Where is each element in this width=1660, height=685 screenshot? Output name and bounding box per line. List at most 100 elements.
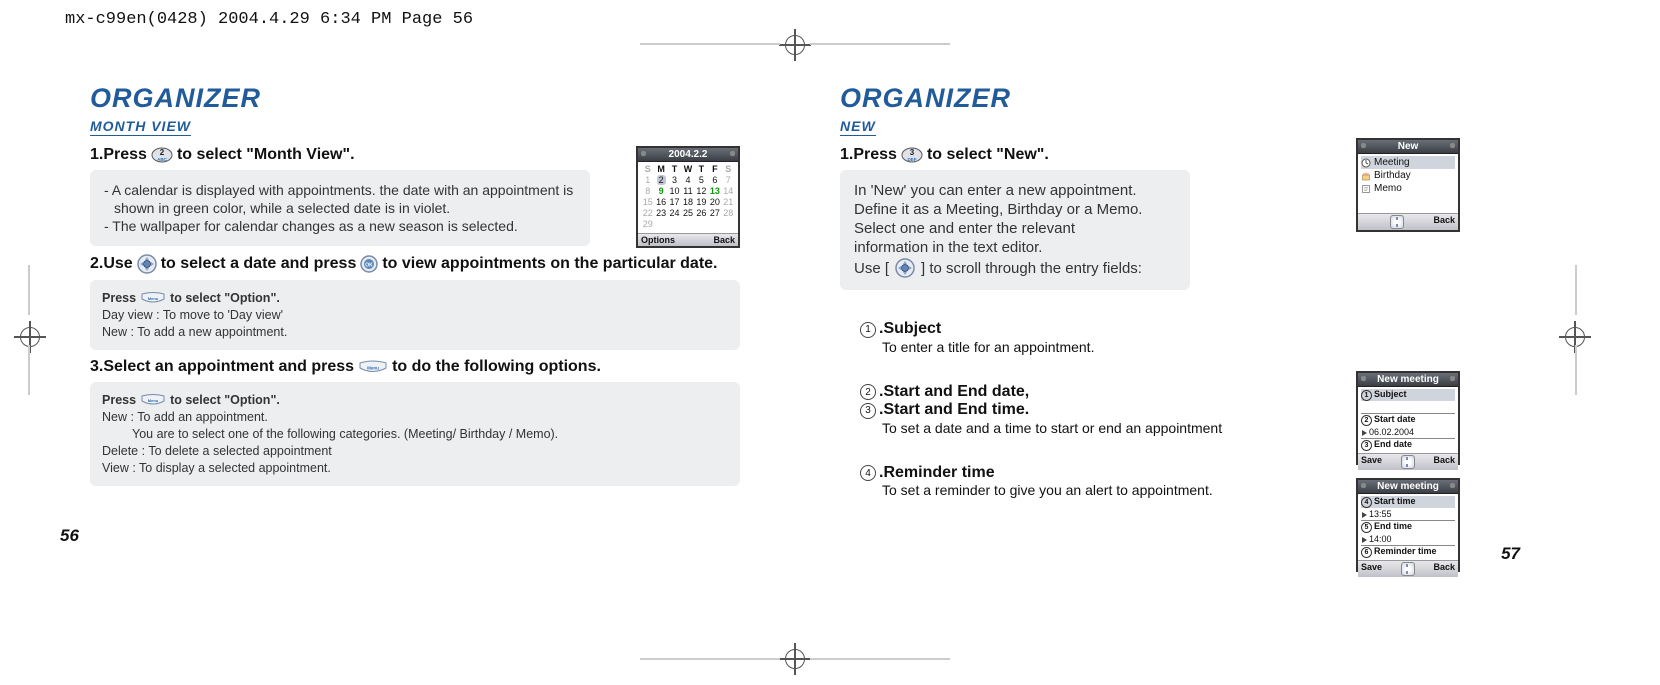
- softkey-back[interactable]: Back: [1433, 562, 1455, 576]
- guide-line: [1575, 265, 1577, 315]
- opt1-select-option: to select "Option".: [170, 291, 280, 305]
- phone-mock-new: New Meeting Birthday Memo Back: [1356, 138, 1460, 232]
- softkey-options[interactable]: Options: [641, 235, 675, 245]
- new-intro-box: In 'New' you can enter a new appointment…: [840, 170, 1190, 290]
- opt2-line: View : To display a selected appointment…: [102, 461, 728, 475]
- guide-line: [1575, 345, 1577, 395]
- svg-text:Menu: Menu: [148, 398, 159, 403]
- opt1-line: New : To add a new appointment.: [102, 325, 728, 339]
- softkey-back[interactable]: Back: [1433, 215, 1455, 229]
- option-box-2: Press Menu to select "Option". New : To …: [90, 382, 740, 486]
- calendar-grid: SMTWTFS 1234567 891011121314 15161718192…: [641, 164, 735, 230]
- new-item-label: Meeting: [1374, 157, 1410, 168]
- nm2-body: 4Start time 13:55 5End time 14:00 6Remin…: [1358, 494, 1458, 560]
- phone-softkeys: Back: [1358, 213, 1458, 230]
- circled-3-icon: 3: [1361, 440, 1372, 451]
- step2-text-c: to view appointments on the particular d…: [382, 255, 717, 273]
- arrow-right-icon: [1362, 512, 1367, 518]
- softkey-menu-icon: Menu: [140, 394, 166, 406]
- new-list: Meeting Birthday Memo: [1358, 154, 1458, 213]
- page-57: ORGANIZER NEW 1.Press 3DEF to select "Ne…: [810, 83, 1520, 504]
- phone-title-new: New: [1358, 140, 1458, 154]
- page-title-left: ORGANIZER: [90, 83, 740, 114]
- nav-indicator-icon: [1390, 215, 1404, 229]
- opt2-line: Delete : To delete a selected appointmen…: [102, 444, 728, 458]
- circled-1-icon: 1: [860, 322, 876, 338]
- phone-softkeys: Options Back: [638, 233, 738, 246]
- field-label-startend-time: .Start and End time.: [879, 401, 1029, 418]
- svg-text:3: 3: [910, 148, 915, 157]
- field-label-reminder: .Reminder time: [879, 464, 995, 481]
- meeting-icon: [1361, 158, 1371, 168]
- intro-line: Select one and enter the relevant: [854, 220, 1176, 237]
- circled-1-icon: 1: [1361, 390, 1372, 401]
- nav-pad-icon: [137, 254, 157, 274]
- softkey-save[interactable]: Save: [1361, 455, 1382, 469]
- month-view-notes: - A calendar is displayed with appointme…: [90, 170, 590, 246]
- step1-text-b: to select "Month View".: [177, 146, 355, 164]
- intro-line: information in the text editor.: [854, 239, 1176, 256]
- nm2-starttime-row[interactable]: 4Start time: [1361, 496, 1455, 508]
- key-2-icon: 2ABC: [151, 147, 173, 163]
- svg-text:Menu: Menu: [367, 366, 379, 371]
- intro-line5a: Use [: [854, 260, 889, 277]
- new-item-birthday[interactable]: Birthday: [1361, 169, 1455, 182]
- step-2-select-date: 2.Use to select a date and press OK to v…: [90, 254, 740, 274]
- page-number-57: 57: [1501, 544, 1520, 564]
- step1-new-b: to select "New".: [927, 146, 1049, 164]
- phone-title-calendar: 2004.2.2: [638, 148, 738, 162]
- circled-6-icon: 6: [1361, 547, 1372, 558]
- nm1-startdate-value[interactable]: 06.02.2004: [1361, 426, 1455, 439]
- nm1-body: 1Subject 2Start date 06.02.2004 3End dat…: [1358, 387, 1458, 453]
- field-desc-reminder: To set a reminder to give you an alert t…: [882, 482, 1360, 498]
- new-item-meeting[interactable]: Meeting: [1361, 156, 1455, 169]
- step1-new-a: 1.Press: [840, 146, 897, 164]
- opt1-press: Press: [102, 291, 136, 305]
- new-item-label: Birthday: [1374, 170, 1411, 181]
- birthday-icon: [1361, 171, 1371, 181]
- softkey-menu-icon: Menu: [140, 292, 166, 304]
- phone-mock-new-meeting-2: New meeting 4Start time 13:55 5End time …: [1356, 478, 1460, 572]
- calendar-body: SMTWTFS 1234567 891011121314 15161718192…: [638, 162, 738, 233]
- softkey-menu-icon: Menu: [358, 360, 388, 374]
- nm2-endtime-value[interactable]: 14:00: [1361, 533, 1455, 546]
- circled-5-icon: 5: [1361, 522, 1372, 533]
- nm1-subject-row[interactable]: 1Subject: [1361, 389, 1455, 401]
- opt1-line: Day view : To move to 'Day view': [102, 308, 728, 322]
- field-subject-block: 1.Subject To enter a title for an appoin…: [860, 320, 1190, 355]
- svg-text:DEF: DEF: [907, 157, 916, 162]
- softkey-back[interactable]: Back: [713, 235, 735, 245]
- svg-text:ABC: ABC: [157, 157, 167, 162]
- guide-line: [810, 43, 950, 45]
- arrow-right-icon: [1362, 537, 1367, 543]
- field-label-startend-date: .Start and End date,: [879, 383, 1029, 400]
- phone-mock-new-meeting-1: New meeting 1Subject 2Start date 06.02.2…: [1356, 371, 1460, 465]
- phone-softkeys: Save Back: [1358, 560, 1458, 577]
- opt2-line: New : To add an appointment.: [102, 410, 728, 424]
- phone-mock-calendar: 2004.2.2 SMTWTFS 1234567 891011121314 15…: [636, 146, 740, 248]
- note-line: - The wallpaper for calendar changes as …: [104, 218, 576, 234]
- field-desc-datetime: To set a date and a time to start or end…: [882, 420, 1360, 436]
- nm2-reminder-row[interactable]: 6Reminder time: [1361, 546, 1455, 558]
- memo-icon: [1361, 184, 1371, 194]
- circled-4-icon: 4: [860, 465, 876, 481]
- intro-line: In 'New' you can enter a new appointment…: [854, 182, 1176, 199]
- nm2-endtime-row[interactable]: 5End time: [1361, 521, 1455, 533]
- circled-4-icon: 4: [1361, 497, 1372, 508]
- guide-line: [28, 345, 30, 395]
- key-3-icon: 3DEF: [901, 147, 923, 163]
- section-month-view: MONTH VIEW: [90, 118, 191, 136]
- step-1-month-view: 1.Press 2ABC to select "Month View".: [90, 146, 590, 164]
- phone-softkeys: Save Back: [1358, 453, 1458, 470]
- option-box-1: Press Menu to select "Option". Day view …: [90, 280, 740, 350]
- nav-pad-icon: [895, 258, 915, 278]
- softkey-back[interactable]: Back: [1433, 455, 1455, 469]
- nm2-starttime-value[interactable]: 13:55: [1361, 508, 1455, 521]
- nm1-enddate-row[interactable]: 3End date: [1361, 439, 1455, 451]
- nm1-startdate-row[interactable]: 2Start date: [1361, 414, 1455, 426]
- circled-2-icon: 2: [1361, 415, 1372, 426]
- nm1-subject-input[interactable]: [1361, 401, 1455, 414]
- new-item-memo[interactable]: Memo: [1361, 182, 1455, 195]
- page-number-56: 56: [60, 526, 79, 546]
- softkey-save[interactable]: Save: [1361, 562, 1382, 576]
